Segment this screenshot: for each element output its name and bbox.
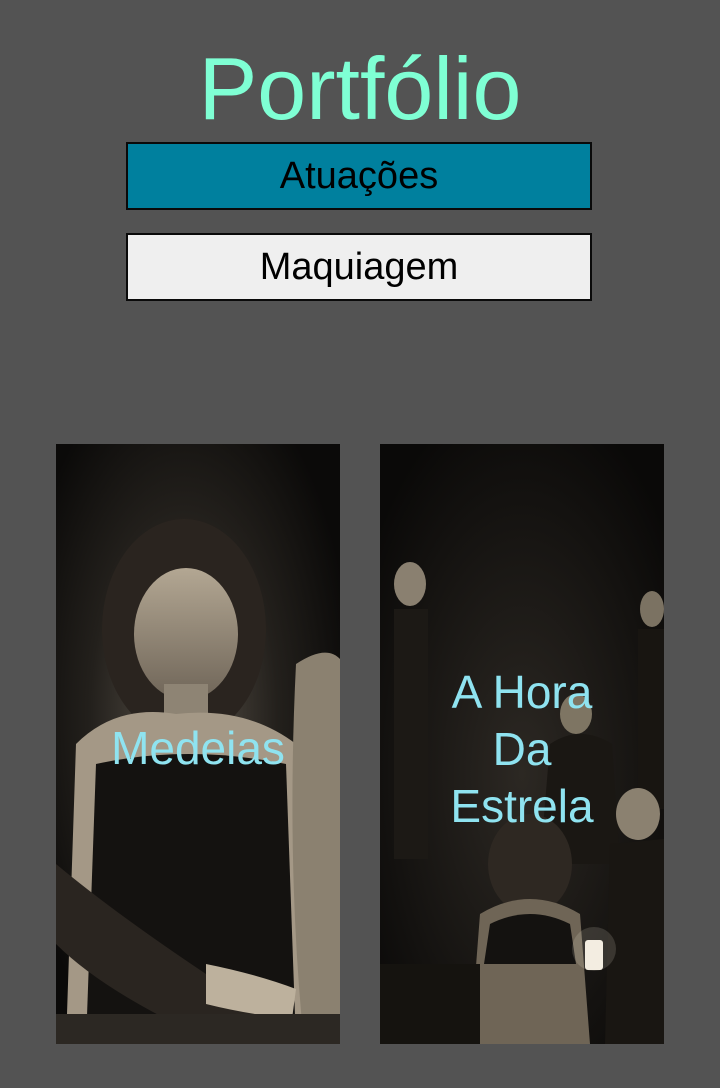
project-title-a-hora-da-estrela: A Hora Da Estrela	[450, 666, 594, 832]
tab-atuacoes[interactable]: Atuações	[126, 142, 592, 210]
project-card-medeias[interactable]: Medeias	[56, 444, 340, 1044]
project-card-a-hora-da-estrela[interactable]: A Hora Da Estrela	[380, 444, 664, 1044]
tab-maquiagem[interactable]: Maquiagem	[126, 233, 592, 301]
portfolio-page: Portfólio Atuações Maquiagem Medeias A H…	[0, 0, 720, 1088]
page-title: Portfólio	[198, 39, 522, 138]
project-title-medeias: Medeias	[111, 722, 285, 774]
